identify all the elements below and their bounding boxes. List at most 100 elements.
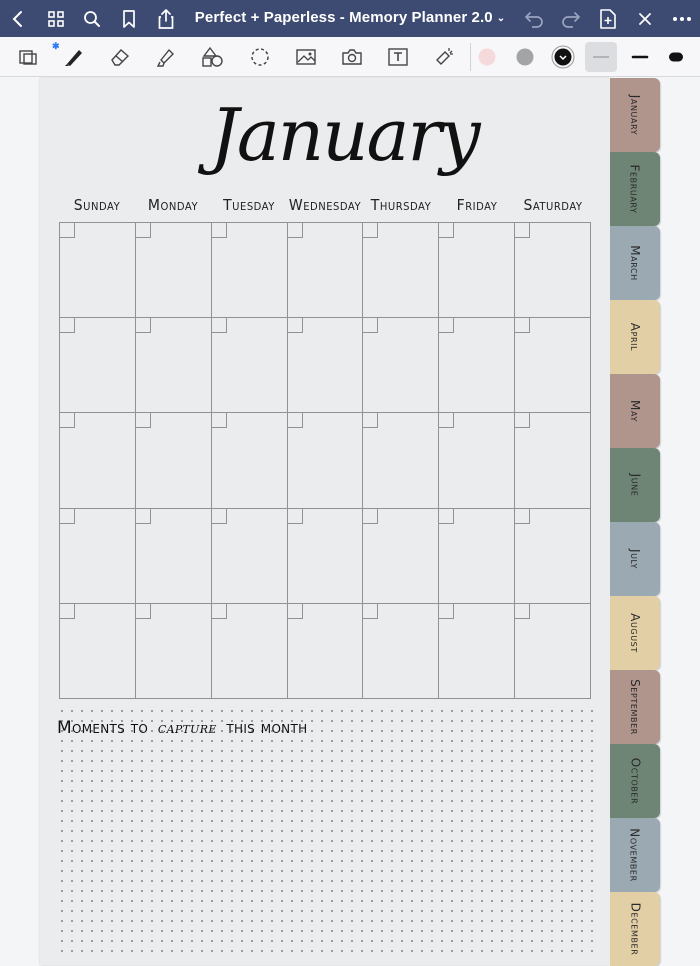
calendar-day-cell[interactable] xyxy=(135,603,212,699)
lasso-icon[interactable] xyxy=(246,44,274,70)
month-tab-march[interactable]: March xyxy=(610,226,660,300)
chevron-down-icon: ⌄ xyxy=(496,12,506,24)
calendar-day-cell[interactable] xyxy=(515,413,591,509)
search-icon[interactable] xyxy=(79,6,105,32)
month-tab-august[interactable]: August xyxy=(610,596,660,670)
calendar-day-cell[interactable] xyxy=(515,508,591,604)
stroke-thick-button[interactable] xyxy=(662,44,690,70)
day-number-box xyxy=(287,603,303,619)
calendar-day-cell[interactable] xyxy=(439,223,516,319)
calendar-day-cell[interactable] xyxy=(211,318,288,414)
calendar-grid xyxy=(59,222,591,699)
month-tab-may[interactable]: May xyxy=(610,374,660,448)
calendar-day-cell[interactable] xyxy=(135,318,212,414)
bookmark-icon[interactable] xyxy=(116,6,142,32)
calendar-day-cell[interactable] xyxy=(515,603,591,699)
calendar-day-cell[interactable] xyxy=(211,603,288,699)
undo-icon[interactable] xyxy=(521,6,547,32)
chevron-left-icon[interactable] xyxy=(5,6,31,32)
shapes-icon[interactable] xyxy=(198,44,226,70)
image-icon[interactable] xyxy=(292,44,320,70)
close-icon[interactable] xyxy=(632,6,658,32)
calendar-day-cell[interactable] xyxy=(439,508,516,604)
lasso-select-icon[interactable] xyxy=(14,44,42,70)
redo-icon[interactable] xyxy=(558,6,584,32)
day-number-box xyxy=(287,413,303,429)
document-title[interactable]: Perfect + Paperless - Memory Planner 2.0… xyxy=(170,9,530,26)
calendar-day-cell[interactable] xyxy=(60,508,136,604)
moments-prefix: Moments to xyxy=(57,718,149,738)
calendar-day-cell[interactable] xyxy=(60,603,136,699)
calendar-day-cell[interactable] xyxy=(60,318,136,414)
month-tab-november[interactable]: November xyxy=(610,818,660,892)
day-number-box xyxy=(439,603,455,619)
month-tab-september[interactable]: September xyxy=(610,670,660,744)
camera-icon[interactable] xyxy=(338,44,366,70)
weekday-label: Monday xyxy=(147,196,199,215)
calendar-day-cell[interactable] xyxy=(515,223,591,319)
calendar-day-cell[interactable] xyxy=(363,508,440,604)
month-tab-april[interactable]: April xyxy=(610,300,660,374)
bluetooth-icon: ✱ xyxy=(52,41,60,51)
calendar-day-cell[interactable] xyxy=(363,223,440,319)
color-swatch-black[interactable] xyxy=(549,44,577,70)
day-number-box xyxy=(60,508,75,524)
text-icon[interactable] xyxy=(384,44,412,70)
calendar-day-cell[interactable] xyxy=(211,413,288,509)
month-tab-june[interactable]: June xyxy=(610,448,660,522)
laser-pointer-icon[interactable] xyxy=(430,44,458,70)
calendar-day-cell[interactable] xyxy=(287,318,364,414)
calendar-day-cell[interactable] xyxy=(211,508,288,604)
month-tab-label: May xyxy=(628,400,642,422)
color-swatch-gray[interactable] xyxy=(511,44,539,70)
calendar-day-cell[interactable] xyxy=(287,413,364,509)
day-number-box xyxy=(60,603,75,619)
calendar-day-cell[interactable] xyxy=(363,603,440,699)
month-tab-label: April xyxy=(627,322,642,352)
new-page-icon[interactable] xyxy=(595,6,621,32)
day-number-box xyxy=(515,508,531,524)
stroke-thin-button[interactable] xyxy=(585,42,617,72)
calendar-day-cell[interactable] xyxy=(515,318,591,414)
highlighter-icon[interactable] xyxy=(152,44,180,70)
calendar-day-cell[interactable] xyxy=(60,413,136,509)
eraser-icon[interactable] xyxy=(106,44,134,70)
day-number-box xyxy=(287,318,303,334)
calendar-day-cell[interactable] xyxy=(287,223,364,319)
calendar-day-cell[interactable] xyxy=(363,318,440,414)
day-number-box xyxy=(363,318,379,334)
calendar-day-cell[interactable] xyxy=(439,603,516,699)
month-tab-october[interactable]: October xyxy=(610,744,660,818)
more-icon[interactable] xyxy=(669,6,695,32)
calendar-day-cell[interactable] xyxy=(60,223,136,319)
day-number-box xyxy=(439,508,455,524)
month-tab-label: March xyxy=(628,245,642,281)
calendar-day-cell[interactable] xyxy=(363,413,440,509)
calendar-day-cell[interactable] xyxy=(135,508,212,604)
month-tab-december[interactable]: December xyxy=(610,892,660,966)
calendar-day-cell[interactable] xyxy=(439,318,516,414)
dot-grid-notes-area[interactable] xyxy=(57,706,593,956)
planner-page[interactable]: January Sunday Monday Tuesday Wednesday … xyxy=(40,78,610,965)
day-number-box xyxy=(515,603,531,619)
weekday-label: Thursday xyxy=(370,196,432,215)
calendar-day-cell[interactable] xyxy=(135,413,212,509)
month-tab-label: December xyxy=(628,902,642,956)
month-tab-label: July xyxy=(627,548,642,570)
month-tab-july[interactable]: July xyxy=(610,522,660,596)
calendar-day-cell[interactable] xyxy=(287,508,364,604)
stroke-medium-button[interactable] xyxy=(626,44,654,70)
day-number-box xyxy=(439,413,455,429)
weekday-label: Saturday xyxy=(523,196,583,215)
pen-icon[interactable] xyxy=(60,44,88,70)
color-swatch-pink[interactable] xyxy=(473,44,501,70)
month-tab-january[interactable]: January xyxy=(610,78,660,152)
calendar-day-cell[interactable] xyxy=(211,223,288,319)
calendar-day-cell[interactable] xyxy=(439,413,516,509)
month-tab-february[interactable]: February xyxy=(610,152,660,226)
month-tab-label: January xyxy=(628,94,642,136)
calendar-day-cell[interactable] xyxy=(135,223,212,319)
grid-icon[interactable] xyxy=(43,6,69,32)
document-canvas[interactable]: January Sunday Monday Tuesday Wednesday … xyxy=(0,78,700,966)
calendar-day-cell[interactable] xyxy=(287,603,364,699)
